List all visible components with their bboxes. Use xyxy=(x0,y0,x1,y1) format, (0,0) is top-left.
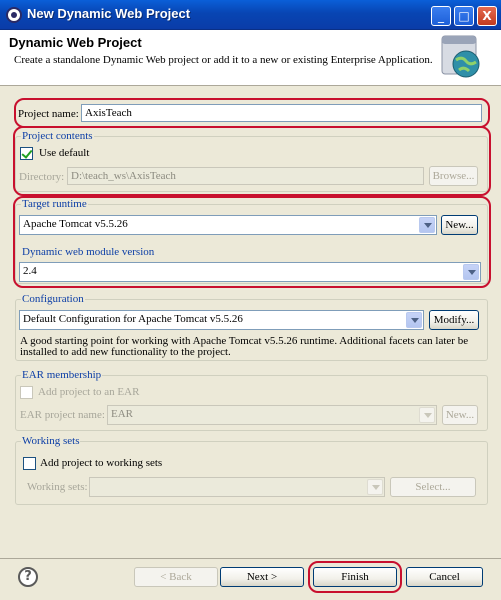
eclipse-icon xyxy=(6,7,22,23)
working-sets-title: Working sets xyxy=(21,435,81,447)
chevron-down-icon[interactable] xyxy=(419,217,435,233)
configuration-description-line2: installed to add new functionality to th… xyxy=(20,346,231,358)
next-button[interactable]: Next > xyxy=(220,567,304,587)
project-name-label: Project name: xyxy=(18,108,79,120)
new-runtime-button[interactable]: New... xyxy=(441,215,478,235)
module-version-value: 2.4 xyxy=(23,265,37,277)
cancel-button[interactable]: Cancel xyxy=(406,567,483,587)
footer-separator xyxy=(0,558,501,559)
module-version-title: Dynamic web module version xyxy=(22,246,155,258)
maximize-button[interactable]: □ xyxy=(454,6,474,26)
add-to-ear-label: Add project to an EAR xyxy=(38,386,140,398)
title-bar: New Dynamic Web Project _ □ X xyxy=(0,0,501,30)
ear-project-name-label: EAR project name: xyxy=(20,409,105,421)
use-default-label[interactable]: Use default xyxy=(39,147,89,159)
chevron-down-icon[interactable] xyxy=(367,479,383,495)
ear-project-value: EAR xyxy=(111,408,133,420)
use-default-checkbox[interactable] xyxy=(20,147,33,160)
add-to-working-sets-checkbox[interactable] xyxy=(23,457,36,470)
chevron-down-icon[interactable] xyxy=(463,264,479,280)
modify-button[interactable]: Modify... xyxy=(429,310,479,330)
configuration-combo[interactable]: Default Configuration for Apache Tomcat … xyxy=(19,310,424,330)
directory-input[interactable]: D:\teach_ws\AxisTeach xyxy=(67,167,424,185)
wizard-header: Dynamic Web Project Create a standalone … xyxy=(0,30,501,86)
help-icon[interactable]: ? xyxy=(18,567,38,587)
project-name-input[interactable]: AxisTeach xyxy=(81,104,482,122)
directory-label: Directory: xyxy=(19,171,65,183)
project-contents-title: Project contents xyxy=(21,130,94,142)
page-description: Create a standalone Dynamic Web project … xyxy=(14,54,433,66)
new-ear-button[interactable]: New... xyxy=(442,405,478,425)
target-runtime-title: Target runtime xyxy=(21,198,88,210)
configuration-title: Configuration xyxy=(21,293,85,305)
add-to-ear-checkbox[interactable] xyxy=(20,386,33,399)
ear-membership-title: EAR membership xyxy=(21,369,103,381)
close-button[interactable]: X xyxy=(477,6,497,26)
ear-project-combo[interactable]: EAR xyxy=(107,405,437,425)
web-project-wizard-icon xyxy=(436,32,484,80)
minimize-button[interactable]: _ xyxy=(431,6,451,26)
window-title: New Dynamic Web Project xyxy=(27,6,191,21)
module-version-combo[interactable]: 2.4 xyxy=(19,262,481,282)
add-to-working-sets-label[interactable]: Add project to working sets xyxy=(40,457,162,469)
target-runtime-value: Apache Tomcat v5.5.26 xyxy=(23,218,128,230)
page-title: Dynamic Web Project xyxy=(9,35,142,50)
browse-button[interactable]: Browse... xyxy=(429,166,478,186)
working-sets-combo[interactable] xyxy=(89,477,385,497)
select-working-sets-button[interactable]: Select... xyxy=(390,477,476,497)
chevron-down-icon[interactable] xyxy=(406,312,422,328)
finish-button[interactable]: Finish xyxy=(313,567,397,587)
back-button[interactable]: < Back xyxy=(134,567,218,587)
configuration-value: Default Configuration for Apache Tomcat … xyxy=(23,313,243,325)
working-sets-label: Working sets: xyxy=(27,481,88,493)
chevron-down-icon[interactable] xyxy=(419,407,435,423)
target-runtime-combo[interactable]: Apache Tomcat v5.5.26 xyxy=(19,215,437,235)
